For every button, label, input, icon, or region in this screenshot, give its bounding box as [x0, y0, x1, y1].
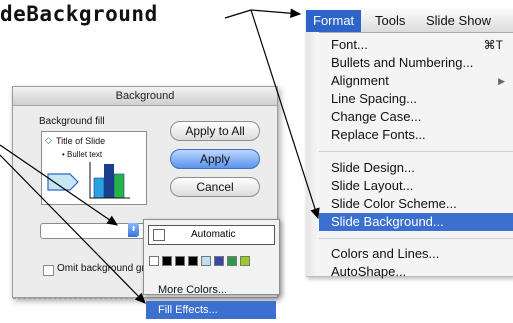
- arrow-line: [250, 8, 302, 19]
- arrow-line: [0, 144, 118, 226]
- arrow-line: [250, 9, 320, 220]
- arrow-line: [0, 154, 146, 304]
- arrow-line: [224, 9, 252, 19]
- annotation-arrows: [0, 8, 320, 304]
